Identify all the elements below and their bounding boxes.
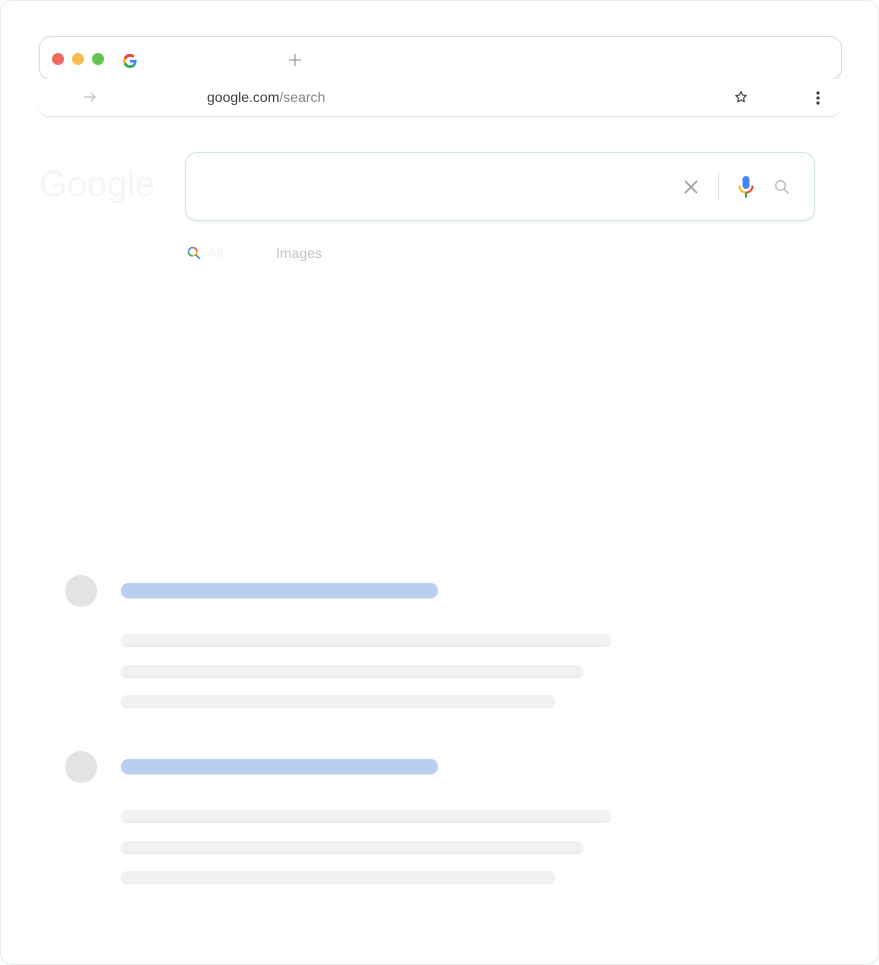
- result-title-placeholder[interactable]: [121, 759, 438, 774]
- url-host: google.com: [207, 89, 280, 105]
- result-favicon-placeholder: [65, 575, 97, 607]
- kebab-menu-icon[interactable]: [813, 90, 823, 106]
- tab-all-label: All: [207, 245, 223, 261]
- url-path: /search: [279, 89, 326, 105]
- close-icon[interactable]: [683, 179, 699, 195]
- result-snippet-line: [121, 871, 555, 883]
- result-snippet-line: [121, 634, 611, 646]
- search-divider: [718, 173, 719, 201]
- plus-icon[interactable]: [288, 53, 302, 67]
- result-snippet-line: [121, 810, 611, 822]
- search-box[interactable]: [185, 152, 815, 221]
- arrow-right-icon[interactable]: [83, 90, 97, 104]
- google-g-icon: [123, 54, 137, 68]
- maximize-window-button[interactable]: [92, 53, 104, 65]
- result-skeleton: [65, 575, 625, 715]
- google-logo[interactable]: Google: [39, 163, 155, 205]
- result-favicon-placeholder: [65, 751, 97, 783]
- minimize-window-button[interactable]: [72, 53, 84, 65]
- search-input[interactable]: [208, 171, 652, 203]
- colored-search-icon: [187, 246, 201, 260]
- url-text[interactable]: google.com/search: [207, 89, 325, 105]
- result-snippet-line: [121, 665, 583, 677]
- close-window-button[interactable]: [52, 53, 64, 65]
- result-skeleton: [65, 751, 625, 891]
- microphone-icon[interactable]: [738, 175, 754, 199]
- search-icon[interactable]: [774, 179, 790, 195]
- result-snippet-line: [121, 841, 583, 853]
- search-tabs: All Images: [185, 244, 685, 266]
- tab-images[interactable]: Images: [276, 245, 322, 261]
- address-bar: google.com/search: [39, 79, 840, 117]
- browser-window: google.com/search Google All Images: [0, 0, 879, 965]
- star-icon[interactable]: [734, 90, 748, 104]
- result-title-placeholder[interactable]: [121, 583, 438, 598]
- tab-strip: [39, 36, 842, 80]
- result-snippet-line: [121, 695, 555, 707]
